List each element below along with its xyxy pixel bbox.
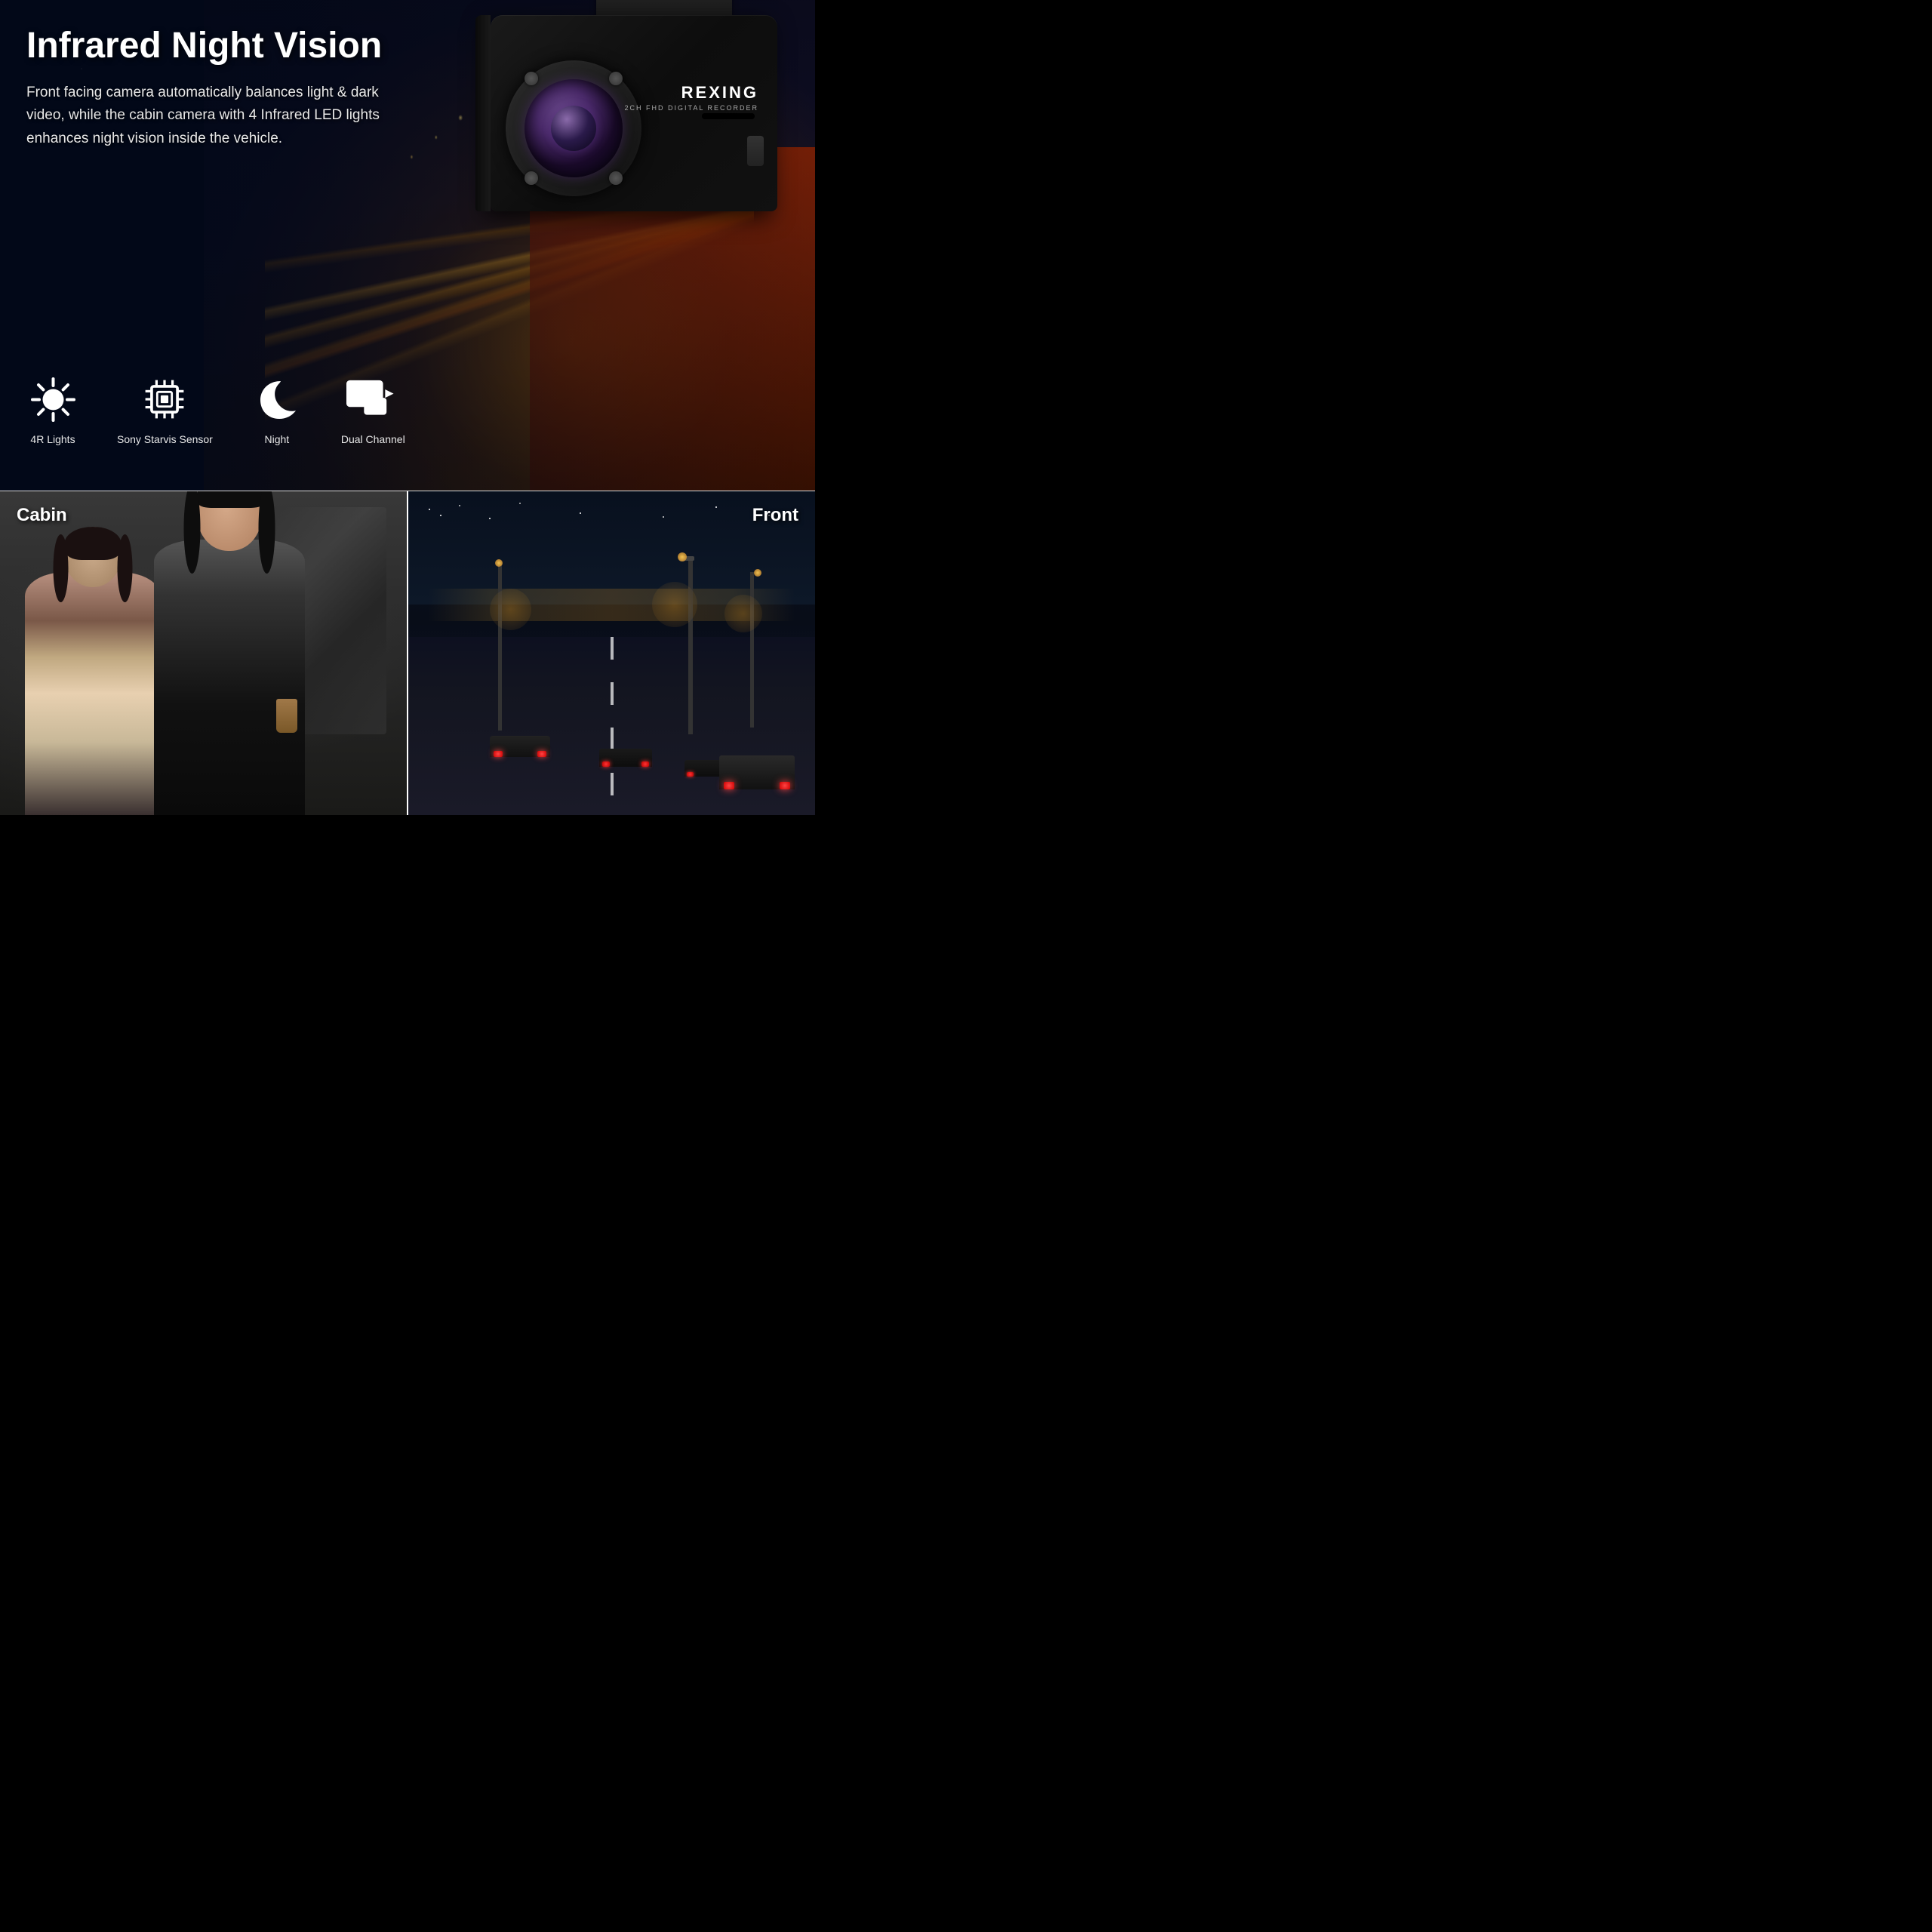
stars-front bbox=[429, 509, 430, 510]
top-section: REXING 2CH FHD DIGITAL RECORDER Infrared… bbox=[0, 0, 815, 491]
truck bbox=[719, 755, 795, 789]
feature-4r-lights: 4R Lights bbox=[26, 373, 79, 445]
lamp-post-3 bbox=[498, 562, 502, 731]
tail-light-1l bbox=[494, 751, 503, 757]
ir-dot-1 bbox=[525, 72, 538, 85]
chip-icon-container bbox=[138, 373, 191, 426]
feature-label-dual: Dual Channel bbox=[341, 433, 405, 445]
feature-label-night: Night bbox=[265, 433, 290, 445]
front-panel: Front bbox=[408, 491, 815, 815]
sun-icon bbox=[29, 375, 78, 424]
car-1 bbox=[490, 736, 550, 757]
chip-icon bbox=[142, 377, 187, 422]
cup bbox=[276, 699, 297, 733]
main-title: Infrared Night Vision bbox=[26, 26, 419, 66]
cabin-panel: Cabin bbox=[0, 491, 408, 815]
lens-outer bbox=[506, 60, 641, 196]
ir-dot-2 bbox=[609, 72, 623, 85]
camera-lens-area bbox=[506, 60, 657, 211]
dual-cam-icon bbox=[346, 375, 399, 424]
moon-icon-container bbox=[251, 373, 303, 426]
lamp-post-2 bbox=[750, 572, 754, 728]
feature-sony-starvis: Sony Starvis Sensor bbox=[117, 373, 213, 445]
lamp-light-3 bbox=[495, 559, 503, 567]
lane-divider bbox=[611, 637, 614, 815]
person-center-face bbox=[197, 491, 261, 551]
ir-dot-4 bbox=[609, 171, 623, 185]
cabin-label: Cabin bbox=[17, 505, 67, 526]
tail-light-2l bbox=[602, 761, 610, 767]
top-text-area: Infrared Night Vision Front facing camer… bbox=[26, 26, 419, 150]
feature-label-4r: 4R Lights bbox=[30, 433, 75, 445]
4r-lights-icon-container bbox=[26, 373, 79, 426]
truck-tail-l bbox=[724, 782, 734, 789]
car-2 bbox=[599, 749, 652, 767]
person-left-hair-side bbox=[53, 534, 68, 602]
person-center-area bbox=[134, 491, 331, 815]
person-center-hair-top bbox=[197, 491, 264, 508]
front-background bbox=[408, 491, 815, 815]
person-left-hair-side-r bbox=[117, 534, 132, 602]
tail-light-1r bbox=[537, 751, 546, 757]
feature-label-sony: Sony Starvis Sensor bbox=[117, 433, 213, 445]
person-left-face bbox=[64, 527, 121, 587]
camera-button bbox=[747, 136, 764, 166]
ir-dots bbox=[506, 60, 641, 196]
model-label: 2CH FHD DIGITAL RECORDER bbox=[624, 104, 758, 112]
camera-device: REXING 2CH FHD DIGITAL RECORDER bbox=[460, 0, 777, 249]
lamp-post-1 bbox=[688, 556, 693, 734]
camera-side bbox=[475, 15, 491, 211]
dual-cam-icon-container bbox=[346, 373, 399, 426]
cabin-background bbox=[0, 491, 407, 815]
person-center-body bbox=[154, 540, 305, 815]
tail-light-2r bbox=[641, 761, 649, 767]
tail-light-3l bbox=[687, 772, 694, 777]
camera-body: REXING 2CH FHD DIGITAL RECORDER bbox=[491, 15, 777, 211]
bottom-section: Cabin bbox=[0, 491, 815, 815]
person-center-hair-left bbox=[183, 491, 200, 574]
cabin-people bbox=[0, 491, 407, 815]
person-left-hair bbox=[64, 527, 121, 560]
camera-slot bbox=[702, 113, 755, 119]
feature-night: Night bbox=[251, 373, 303, 445]
person-center-hair-right bbox=[258, 491, 275, 574]
feature-dual-channel: Dual Channel bbox=[341, 373, 405, 445]
front-label: Front bbox=[752, 505, 798, 526]
truck-tail-r bbox=[780, 782, 790, 789]
features-row: 4R Lights bbox=[26, 373, 405, 445]
ir-dot-3 bbox=[525, 171, 538, 185]
moon-icon bbox=[254, 375, 300, 424]
brand-label: REXING bbox=[681, 83, 758, 103]
main-description: Front facing camera automatically balanc… bbox=[26, 82, 419, 150]
